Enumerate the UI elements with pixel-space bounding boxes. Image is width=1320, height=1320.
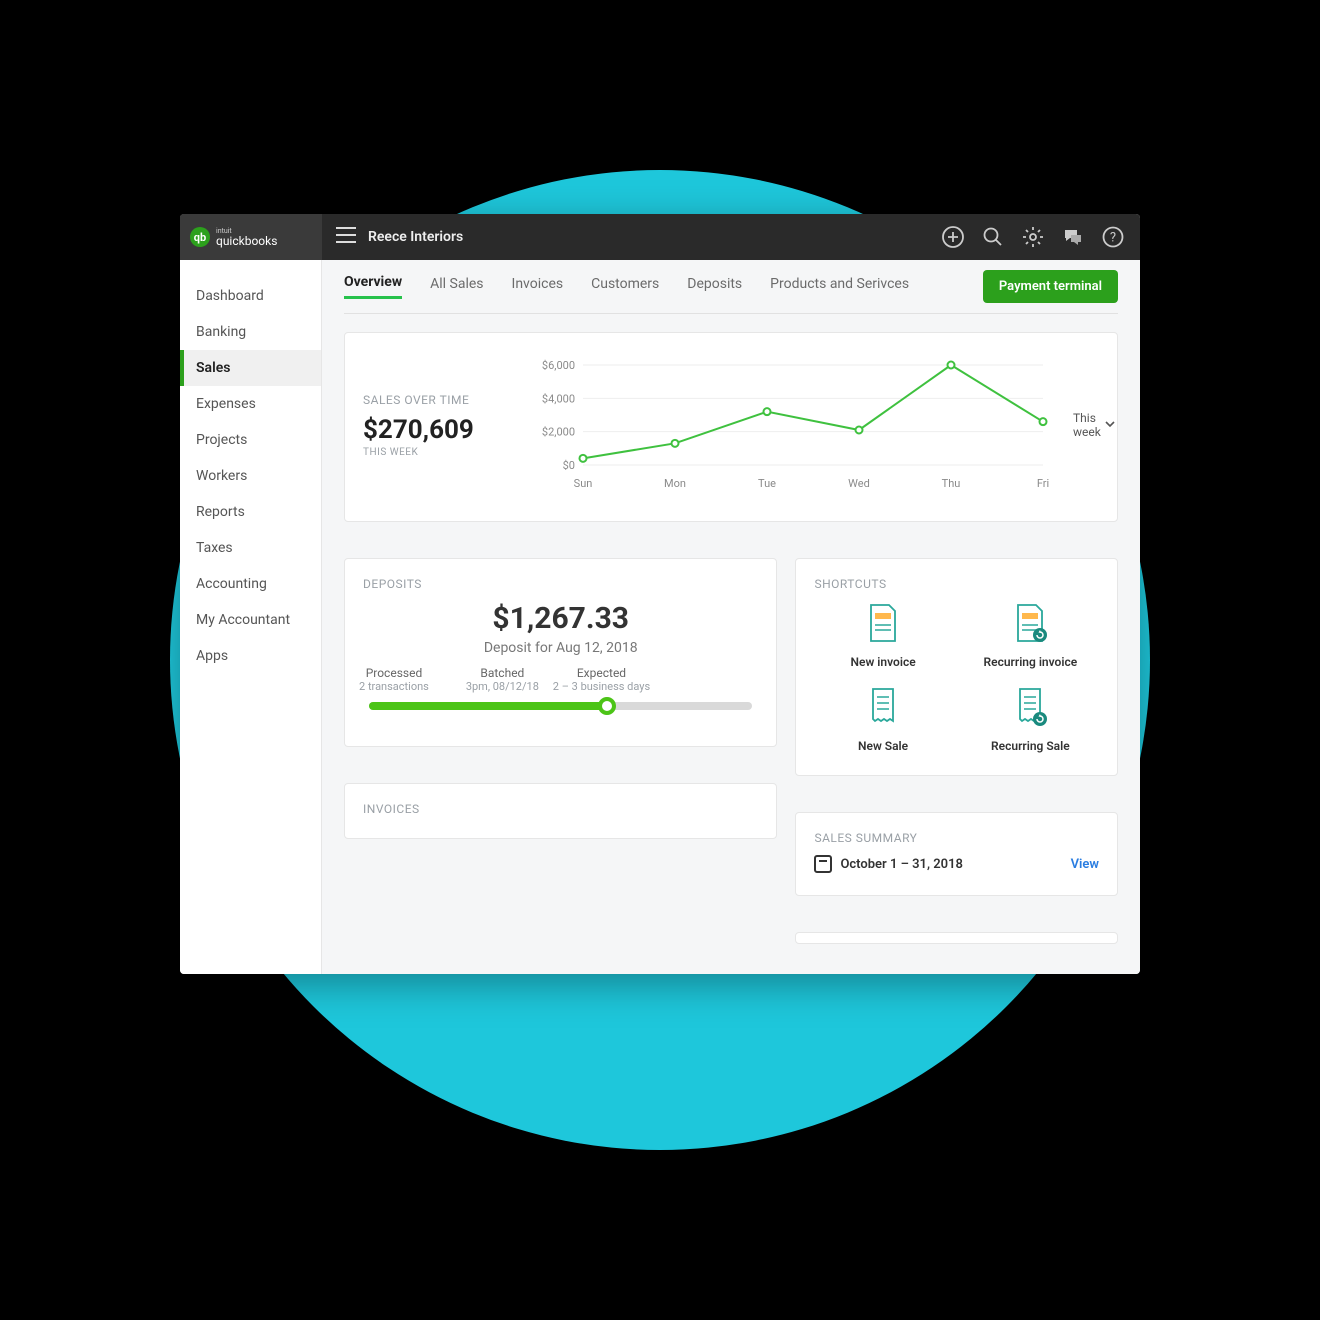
hamburger-icon[interactable] bbox=[336, 227, 356, 247]
shortcuts-card: SHORTCUTS New invoice Recurring invoice bbox=[795, 558, 1118, 776]
company-name[interactable]: Reece Interiors bbox=[368, 229, 463, 245]
svg-text:$4,000: $4,000 bbox=[542, 392, 575, 405]
deposits-card: DEPOSITS $1,267.33 Deposit for Aug 12, 2… bbox=[344, 558, 777, 747]
topbar-actions: ? bbox=[942, 226, 1140, 248]
svg-text:$6,000: $6,000 bbox=[542, 359, 575, 372]
svg-text:?: ? bbox=[1110, 231, 1116, 246]
shortcut-label: New Sale bbox=[858, 739, 908, 753]
app-window: qb intuit quickbooks Reece Interiors ? D… bbox=[180, 214, 1140, 974]
chat-icon[interactable] bbox=[1062, 226, 1084, 248]
deposits-subtitle: Deposit for Aug 12, 2018 bbox=[363, 640, 758, 656]
svg-text:$2,000: $2,000 bbox=[542, 426, 575, 439]
deposits-title: DEPOSITS bbox=[363, 577, 758, 591]
tabs: Overview All Sales Invoices Customers De… bbox=[344, 260, 1118, 314]
svg-text:Mon: Mon bbox=[664, 477, 686, 490]
progress-step-processed: Processed 2 transactions bbox=[359, 666, 429, 693]
search-icon[interactable] bbox=[982, 226, 1004, 248]
sidebar-item-taxes[interactable]: Taxes bbox=[180, 530, 321, 566]
invoices-card: INVOICES bbox=[344, 783, 777, 839]
main: Overview All Sales Invoices Customers De… bbox=[322, 260, 1140, 974]
sales-chart: $0 $2,000 $4,000 $6,000 Sun Mon Tue Wed Thu Fri bbox=[533, 351, 1053, 499]
tab-invoices[interactable]: Invoices bbox=[512, 276, 564, 298]
sales-over-time-period: THIS WEEK bbox=[363, 447, 513, 458]
shortcuts-title: SHORTCUTS bbox=[814, 577, 1099, 591]
sales-summary-view-link[interactable]: View bbox=[1071, 857, 1099, 872]
invoice-icon bbox=[865, 603, 901, 647]
body: Dashboard Banking Sales Expenses Project… bbox=[180, 260, 1140, 974]
sidebar-item-sales[interactable]: Sales bbox=[180, 350, 321, 386]
gear-icon[interactable] bbox=[1022, 226, 1044, 248]
sales-over-time-title: SALES OVER TIME bbox=[363, 393, 513, 407]
sidebar-item-accounting[interactable]: Accounting bbox=[180, 566, 321, 602]
tab-all-sales[interactable]: All Sales bbox=[430, 276, 483, 298]
svg-text:Tue: Tue bbox=[758, 477, 776, 490]
invoice-recurring-icon bbox=[1012, 603, 1048, 647]
sidebar-item-reports[interactable]: Reports bbox=[180, 494, 321, 530]
sales-summary-date: October 1 – 31, 2018 bbox=[814, 855, 963, 873]
progress-track[interactable] bbox=[369, 702, 752, 710]
calendar-icon bbox=[814, 855, 832, 873]
deposits-progress: Processed 2 transactions Batched 3pm, 08… bbox=[363, 702, 758, 716]
sidebar-item-projects[interactable]: Projects bbox=[180, 422, 321, 458]
progress-knob[interactable] bbox=[598, 697, 616, 715]
sales-over-time-amount: $270,609 bbox=[363, 415, 513, 445]
svg-text:Fri: Fri bbox=[1037, 477, 1049, 490]
tab-products[interactable]: Products and Serivces bbox=[770, 276, 909, 298]
brand-name: quickbooks bbox=[216, 235, 277, 247]
sales-summary-title: SALES SUMMARY bbox=[814, 831, 1099, 845]
shortcut-recurring-sale[interactable]: Recurring Sale bbox=[962, 687, 1099, 753]
sales-over-time-card: SALES OVER TIME $270,609 THIS WEEK $0 $2,… bbox=[344, 332, 1118, 522]
shortcut-label: Recurring invoice bbox=[984, 655, 1078, 669]
shortcut-new-sale[interactable]: New Sale bbox=[814, 687, 951, 753]
sidebar-item-apps[interactable]: Apps bbox=[180, 638, 321, 674]
svg-text:Wed: Wed bbox=[848, 477, 870, 490]
svg-text:Thu: Thu bbox=[942, 477, 961, 490]
tab-overview[interactable]: Overview bbox=[344, 274, 402, 299]
sidebar-item-dashboard[interactable]: Dashboard bbox=[180, 278, 321, 314]
progress-fill bbox=[369, 702, 607, 710]
chevron-down-icon bbox=[1105, 418, 1115, 432]
sidebar-item-banking[interactable]: Banking bbox=[180, 314, 321, 350]
qb-logo-icon: qb bbox=[190, 227, 210, 247]
progress-step-batched: Batched 3pm, 08/12/18 bbox=[466, 666, 539, 693]
sidebar-item-expenses[interactable]: Expenses bbox=[180, 386, 321, 422]
topbar: qb intuit quickbooks Reece Interiors ? bbox=[180, 214, 1140, 260]
receipt-icon bbox=[865, 687, 901, 731]
deposits-amount: $1,267.33 bbox=[363, 601, 758, 636]
add-icon[interactable] bbox=[942, 226, 964, 248]
progress-step-expected: Expected 2 – 3 business days bbox=[553, 666, 650, 693]
shortcut-recurring-invoice[interactable]: Recurring invoice bbox=[962, 603, 1099, 669]
tab-deposits[interactable]: Deposits bbox=[687, 276, 742, 298]
svg-text:$0: $0 bbox=[563, 459, 575, 472]
shortcut-label: Recurring Sale bbox=[991, 739, 1070, 753]
invoices-title: INVOICES bbox=[363, 802, 758, 816]
payment-terminal-button[interactable]: Payment terminal bbox=[983, 270, 1118, 303]
sidebar-item-workers[interactable]: Workers bbox=[180, 458, 321, 494]
sidebar-item-my-accountant[interactable]: My Accountant bbox=[180, 602, 321, 638]
date-range-selector[interactable]: This week bbox=[1073, 411, 1115, 439]
tab-customers[interactable]: Customers bbox=[591, 276, 659, 298]
shortcut-new-invoice[interactable]: New invoice bbox=[814, 603, 951, 669]
date-range-label: This week bbox=[1073, 411, 1101, 439]
shortcut-label: New invoice bbox=[851, 655, 916, 669]
sales-summary-card: SALES SUMMARY October 1 – 31, 2018 View bbox=[795, 812, 1118, 896]
sidebar: Dashboard Banking Sales Expenses Project… bbox=[180, 260, 322, 974]
brand[interactable]: qb intuit quickbooks bbox=[180, 214, 322, 260]
brand-text: intuit quickbooks bbox=[216, 228, 277, 247]
svg-text:Sun: Sun bbox=[574, 477, 593, 490]
receipt-recurring-icon bbox=[1012, 687, 1048, 731]
help-icon[interactable]: ? bbox=[1102, 226, 1124, 248]
empty-card bbox=[795, 932, 1118, 944]
